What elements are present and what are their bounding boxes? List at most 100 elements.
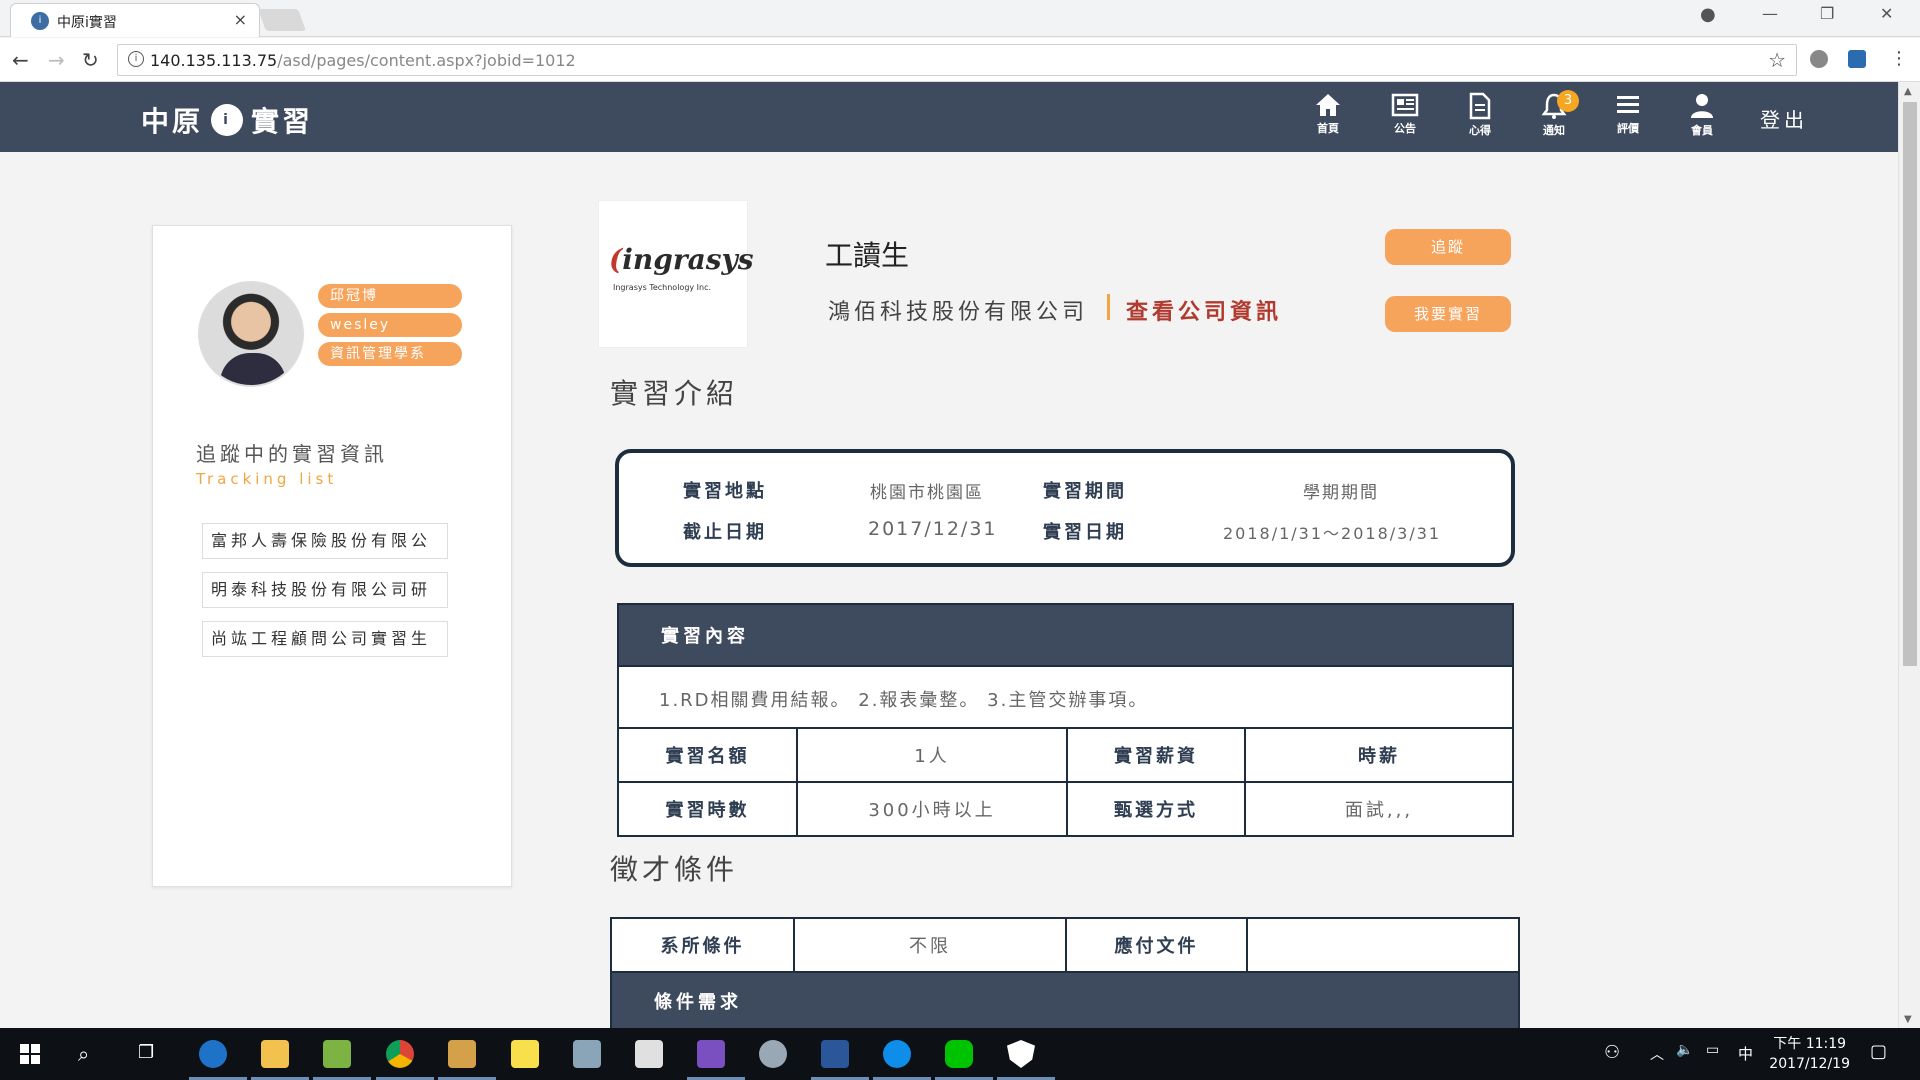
- apply-button[interactable]: 我要實習: [1385, 296, 1511, 332]
- nav-announcements-label: 公告: [1394, 122, 1416, 135]
- extension-icon[interactable]: [1810, 50, 1828, 68]
- quota-value: 1人: [798, 729, 1068, 781]
- task-view-icon[interactable]: ❐: [138, 1042, 154, 1063]
- scroll-down-icon[interactable]: ▼: [1904, 1014, 1912, 1025]
- action-center-icon[interactable]: ▢: [1870, 1041, 1887, 1062]
- track-button[interactable]: 追蹤: [1385, 229, 1511, 265]
- bookmark-star-icon[interactable]: ☆: [1768, 48, 1786, 72]
- tools-icon[interactable]: [448, 1040, 476, 1068]
- nav-announcements[interactable]: 公告: [1380, 92, 1430, 136]
- app-icon[interactable]: [573, 1040, 601, 1068]
- deadline-label: 截止日期: [683, 522, 767, 543]
- quota-label: 實習名額: [619, 729, 798, 781]
- tab-close-icon[interactable]: ×: [234, 10, 247, 29]
- extension-icon[interactable]: [1848, 50, 1866, 68]
- avatar: [198, 281, 304, 387]
- windows-start-icon[interactable]: [20, 1044, 40, 1064]
- content-table-header: 實習內容: [617, 603, 1514, 667]
- salary-label: 實習薪資: [1068, 729, 1246, 781]
- tracking-list-item[interactable]: 明泰科技股份有限公司研: [202, 572, 448, 608]
- search-icon[interactable]: ⌕: [78, 1042, 89, 1066]
- user-icon: [1691, 94, 1713, 118]
- hours-label: 實習時數: [619, 783, 798, 835]
- shield-icon[interactable]: [1007, 1040, 1035, 1068]
- image-app-icon[interactable]: [323, 1040, 351, 1068]
- tracking-list-item[interactable]: 富邦人壽保險股份有限公: [202, 523, 448, 559]
- tray-chevron-icon[interactable]: ︿: [1650, 1044, 1664, 1064]
- edge-icon[interactable]: [199, 1040, 227, 1068]
- notification-count-badge: 3: [1557, 90, 1579, 112]
- nav-member-label: 會員: [1691, 124, 1713, 137]
- selection-label: 甄選方式: [1068, 783, 1246, 835]
- minimize-button[interactable]: —: [1762, 4, 1778, 23]
- sticky-notes-icon[interactable]: [511, 1040, 539, 1068]
- location-value: 桃園市桃園區: [870, 483, 984, 503]
- forward-arrow-icon[interactable]: →: [48, 48, 65, 72]
- period-label: 實習期間: [1043, 481, 1127, 502]
- selection-value: 面試,,,: [1344, 800, 1414, 821]
- nav-notifications-label: 通知: [1543, 124, 1565, 137]
- address-bar[interactable]: i 140.135.113.75/asd/pages/content.aspx?…: [117, 44, 1797, 76]
- dates-label: 實習日期: [1043, 522, 1127, 543]
- requirements-row: 系所條件 不限 應付文件: [610, 917, 1520, 973]
- taskbar-clock[interactable]: 下午 11:19 2017/12/19: [1769, 1034, 1850, 1074]
- requirements-heading: 徵才條件: [610, 853, 739, 886]
- settings-icon[interactable]: [759, 1040, 787, 1068]
- back-arrow-icon[interactable]: ←: [12, 48, 29, 72]
- home-icon: [1316, 94, 1340, 116]
- battery-icon[interactable]: ▭: [1706, 1042, 1719, 1058]
- logo-text-right: 實習: [251, 105, 314, 138]
- nav-reviews[interactable]: 心得: [1455, 92, 1505, 138]
- scrollbar-thumb[interactable]: [1903, 102, 1917, 666]
- documents-value: [1248, 919, 1518, 971]
- ime-indicator[interactable]: 中: [1738, 1043, 1753, 1064]
- reload-icon[interactable]: ↻: [82, 48, 99, 72]
- period-value: 學期期間: [1303, 483, 1379, 503]
- company-name: 鴻佰科技股份有限公司: [828, 300, 1089, 325]
- site-logo[interactable]: 中原 i 實習: [141, 100, 313, 140]
- people-icon[interactable]: ⚇: [1604, 1042, 1620, 1063]
- document-icon: [1469, 92, 1491, 120]
- logout-link[interactable]: 登出: [1760, 104, 1808, 133]
- scroll-up-icon[interactable]: ▲: [1904, 86, 1912, 97]
- company-divider: [1107, 294, 1110, 320]
- profile-department-pill: 資訊管理學系: [318, 342, 462, 366]
- profile-english-name-pill: wesley: [318, 313, 462, 337]
- word-icon[interactable]: [821, 1040, 849, 1068]
- teamviewer-icon[interactable]: [883, 1040, 911, 1068]
- content-description: 1.RD相關費用結報。 2.報表彙整。 3.主管交辦事項。: [659, 690, 1149, 711]
- calculator-icon[interactable]: [635, 1040, 663, 1068]
- line-icon[interactable]: [945, 1040, 973, 1068]
- nav-home[interactable]: 首頁: [1303, 92, 1353, 136]
- site-favicon-icon: i: [31, 12, 49, 30]
- view-company-link[interactable]: 查看公司資訊: [1126, 294, 1282, 326]
- info-icon[interactable]: i: [128, 51, 144, 67]
- file-explorer-icon[interactable]: [261, 1040, 289, 1068]
- chrome-icon[interactable]: [386, 1040, 414, 1068]
- new-tab-button[interactable]: [257, 9, 307, 31]
- visual-studio-icon[interactable]: [697, 1040, 725, 1068]
- volume-icon[interactable]: 🔈: [1676, 1042, 1693, 1058]
- restore-button[interactable]: ❐: [1820, 4, 1834, 23]
- nav-member[interactable]: 會員: [1677, 92, 1727, 138]
- browser-tab[interactable]: i 中原i實習 ×: [10, 3, 260, 37]
- location-label: 實習地點: [683, 481, 767, 502]
- browser-toolbar: ← → ↻ i 140.135.113.75/asd/pages/content…: [0, 38, 1920, 82]
- logo-text-left: 中原: [141, 105, 204, 138]
- url-text[interactable]: 140.135.113.75/asd/pages/content.aspx?jo…: [150, 51, 576, 70]
- content-row-quota: 實習名額 1人 實習薪資 時薪: [617, 727, 1514, 783]
- page-scrollbar[interactable]: ▲ ▼: [1898, 82, 1920, 1028]
- nav-notifications[interactable]: 3 通知: [1529, 90, 1579, 138]
- nav-home-label: 首頁: [1317, 122, 1339, 135]
- nav-ratings[interactable]: 評價: [1603, 92, 1653, 136]
- tracking-title: 追蹤中的實習資訊: [196, 442, 388, 466]
- profile-icon[interactable]: ●: [1700, 4, 1716, 25]
- tracking-subtitle: Tracking list: [196, 470, 338, 488]
- windows-taskbar: ⌕ ❐ ⚇ ︿ 🔈 ▭ 中 下午 11:19 2017/12/19 ▢: [0, 1028, 1920, 1080]
- tracking-list-item[interactable]: 尚竑工程顧問公司實習生: [202, 621, 448, 657]
- tab-title: 中原i實習: [57, 15, 117, 31]
- browser-menu-icon[interactable]: ⋮: [1890, 48, 1908, 69]
- content-description-row: 1.RD相關費用結報。 2.報表彙整。 3.主管交辦事項。: [617, 665, 1514, 729]
- close-window-button[interactable]: ✕: [1880, 4, 1893, 23]
- logo-badge-icon: i: [211, 104, 244, 136]
